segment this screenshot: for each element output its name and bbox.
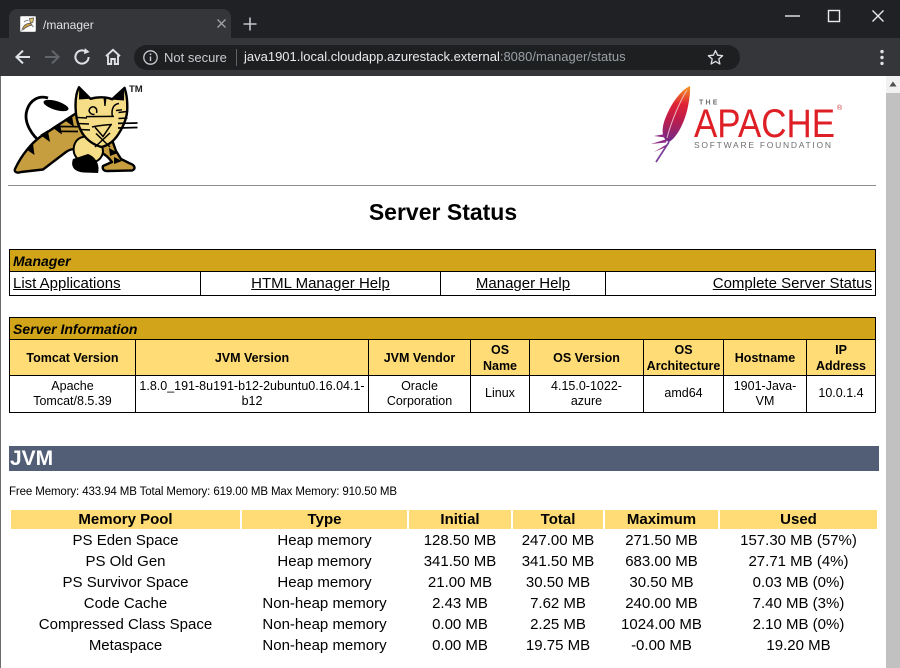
svg-text:SOFTWARE FOUNDATION: SOFTWARE FOUNDATION: [694, 140, 832, 150]
svg-text:®: ®: [837, 104, 843, 112]
